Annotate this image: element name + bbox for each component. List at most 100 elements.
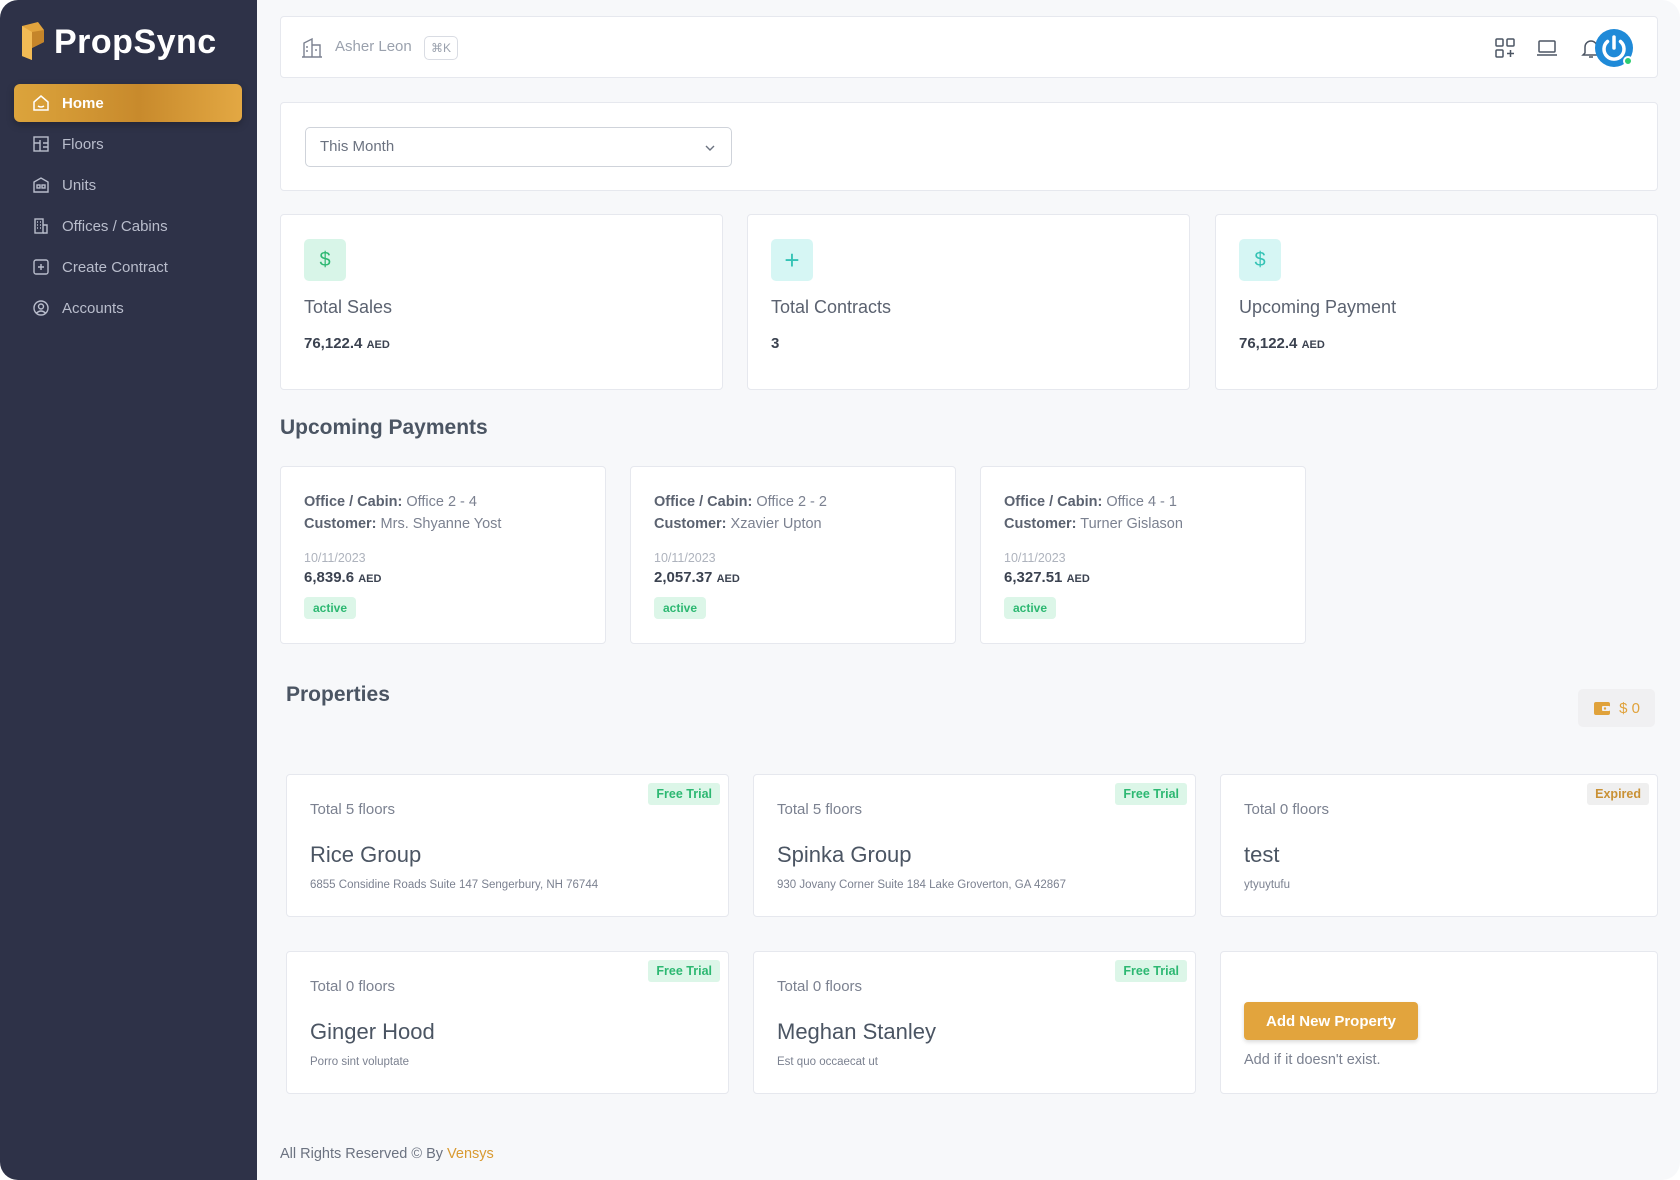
plus-square-icon	[33, 259, 49, 275]
status-badge: active	[1004, 597, 1057, 619]
payment-date: 10/11/2023	[654, 551, 716, 565]
building-icon	[302, 37, 322, 58]
home-icon	[33, 95, 49, 111]
stat-value: 76,122.4 AED	[304, 335, 390, 352]
payment-office: Office / Cabin: Office 4 - 1	[1004, 494, 1177, 510]
wallet-icon	[1594, 702, 1611, 715]
search-shortcut-badge[interactable]: ⌘K	[424, 36, 459, 60]
add-new-property-button[interactable]: Add New Property	[1244, 1002, 1418, 1040]
payment-card[interactable]: Office / Cabin: Office 2 - 2 Customer: X…	[630, 466, 956, 644]
sidebar-item-label: Home	[62, 94, 104, 112]
property-card[interactable]: Free Trial Total 0 floors Meghan Stanley…	[753, 951, 1196, 1094]
payment-amount: 2,057.37 AED	[654, 569, 740, 586]
plan-badge: Free Trial	[648, 783, 720, 805]
sidebar: PropSync Home Floors Units Offices / Cab…	[0, 0, 257, 1180]
payment-amount: 6,839.6 AED	[304, 569, 382, 586]
sidebar-item-units[interactable]: Units	[14, 166, 242, 204]
sidebar-item-create-contract[interactable]: Create Contract	[14, 248, 242, 286]
payment-date: 10/11/2023	[1004, 551, 1066, 565]
filter-card: This Month	[280, 102, 1658, 191]
sidebar-item-offices[interactable]: Offices / Cabins	[14, 207, 242, 245]
sidebar-item-label: Create Contract	[62, 258, 168, 276]
laptop-icon[interactable]	[1535, 36, 1559, 60]
period-select[interactable]: This Month	[305, 127, 732, 167]
property-card[interactable]: Free Trial Total 0 floors Ginger Hood Po…	[286, 951, 729, 1094]
dollar-icon: $	[1239, 239, 1281, 281]
apps-grid-icon[interactable]	[1493, 36, 1517, 60]
stat-card-total-sales: $ Total Sales 76,122.4 AED	[280, 214, 723, 390]
property-floors: Total 5 floors	[777, 801, 863, 818]
payment-date: 10/11/2023	[304, 551, 366, 565]
floorplan-icon	[33, 136, 49, 152]
wallet-amount: $ 0	[1619, 699, 1640, 717]
plan-badge: Free Trial	[1115, 960, 1187, 982]
stat-card-total-contracts: + Total Contracts 3	[747, 214, 1190, 390]
sidebar-item-label: Offices / Cabins	[62, 217, 168, 235]
plan-badge: Expired	[1587, 783, 1649, 805]
payment-card[interactable]: Office / Cabin: Office 2 - 4 Customer: M…	[280, 466, 606, 644]
stat-title: Upcoming Payment	[1239, 297, 1397, 317]
property-address: Est quo occaecat ut	[777, 1056, 879, 1068]
property-address: 930 Jovany Corner Suite 184 Lake Grovert…	[777, 879, 1066, 891]
plan-badge: Free Trial	[1115, 783, 1187, 805]
property-card[interactable]: Expired Total 0 floors test ytyuytufu	[1220, 774, 1658, 917]
property-floors: Total 0 floors	[310, 978, 396, 995]
units-icon	[33, 177, 49, 193]
payment-customer: Customer: Xzavier Upton	[654, 516, 822, 532]
sidebar-item-floors[interactable]: Floors	[14, 125, 242, 163]
status-badge: active	[654, 597, 707, 619]
add-property-card: Add New Property Add if it doesn't exist…	[1220, 951, 1658, 1094]
payment-office: Office / Cabin: Office 2 - 4	[304, 494, 477, 510]
stat-card-upcoming-payment: $ Upcoming Payment 76,122.4 AED	[1215, 214, 1658, 390]
sidebar-item-label: Accounts	[62, 299, 124, 317]
user-circle-icon	[33, 300, 49, 316]
payment-card[interactable]: Office / Cabin: Office 4 - 1 Customer: T…	[980, 466, 1306, 644]
sidebar-item-label: Floors	[62, 135, 104, 153]
property-address: 6855 Considine Roads Suite 147 Sengerbur…	[310, 879, 599, 891]
property-card[interactable]: Free Trial Total 5 floors Spinka Group 9…	[753, 774, 1196, 917]
stat-value: 76,122.4 AED	[1239, 335, 1325, 352]
property-name: Meghan Stanley	[777, 1019, 936, 1044]
dollar-icon: $	[304, 239, 346, 281]
online-status-dot	[1623, 56, 1633, 66]
payment-customer: Customer: Turner Gislason	[1004, 516, 1183, 532]
plus-icon: +	[771, 239, 813, 281]
office-building-icon	[34, 218, 48, 234]
stat-title: Total Contracts	[771, 297, 892, 317]
logo[interactable]: PropSync	[18, 22, 217, 62]
sidebar-item-home[interactable]: Home	[14, 84, 242, 122]
avatar[interactable]	[1595, 29, 1633, 67]
footer-link-vensys[interactable]: Vensys	[447, 1146, 494, 1162]
footer: All Rights Reserved © By Vensys	[280, 1146, 494, 1162]
sidebar-item-accounts[interactable]: Accounts	[14, 289, 242, 327]
payment-office: Office / Cabin: Office 2 - 2	[654, 494, 827, 510]
propsync-logo-icon	[22, 22, 44, 60]
sidebar-nav: Home Floors Units Offices / Cabins Creat…	[14, 84, 242, 330]
wallet-balance-button[interactable]: $ 0	[1578, 689, 1655, 727]
user-name: Asher Leon	[335, 38, 412, 55]
plan-badge: Free Trial	[648, 960, 720, 982]
footer-text: All Rights Reserved © By	[280, 1146, 443, 1162]
property-name: Rice Group	[310, 842, 422, 867]
properties-title: Properties	[286, 683, 390, 706]
top-bar: Asher Leon ⌘K	[280, 16, 1658, 78]
sidebar-item-label: Units	[62, 176, 97, 194]
payment-customer: Customer: Mrs. Shyanne Yost	[304, 516, 502, 532]
property-address: ytyuytufu	[1244, 879, 1291, 891]
payment-amount: 6,327.51 AED	[1004, 569, 1090, 586]
property-card[interactable]: Free Trial Total 5 floors Rice Group 685…	[286, 774, 729, 917]
app-window: PropSync Home Floors Units Offices / Cab…	[0, 0, 1680, 1180]
status-badge: active	[304, 597, 357, 619]
property-floors: Total 5 floors	[310, 801, 396, 818]
chevron-down-icon	[705, 145, 715, 151]
add-property-hint: Add if it doesn't exist.	[1244, 1052, 1381, 1068]
stat-value: 3	[771, 335, 780, 352]
app-name: PropSync	[54, 22, 217, 61]
property-floors: Total 0 floors	[1244, 801, 1330, 818]
main-content: Asher Leon ⌘K This Month $ Total Sales 7…	[280, 0, 1658, 1180]
upcoming-payments-title: Upcoming Payments	[280, 416, 488, 439]
property-floors: Total 0 floors	[777, 978, 863, 995]
property-name: test	[1244, 842, 1280, 867]
property-name: Spinka Group	[777, 842, 912, 867]
period-select-value: This Month	[320, 138, 395, 155]
